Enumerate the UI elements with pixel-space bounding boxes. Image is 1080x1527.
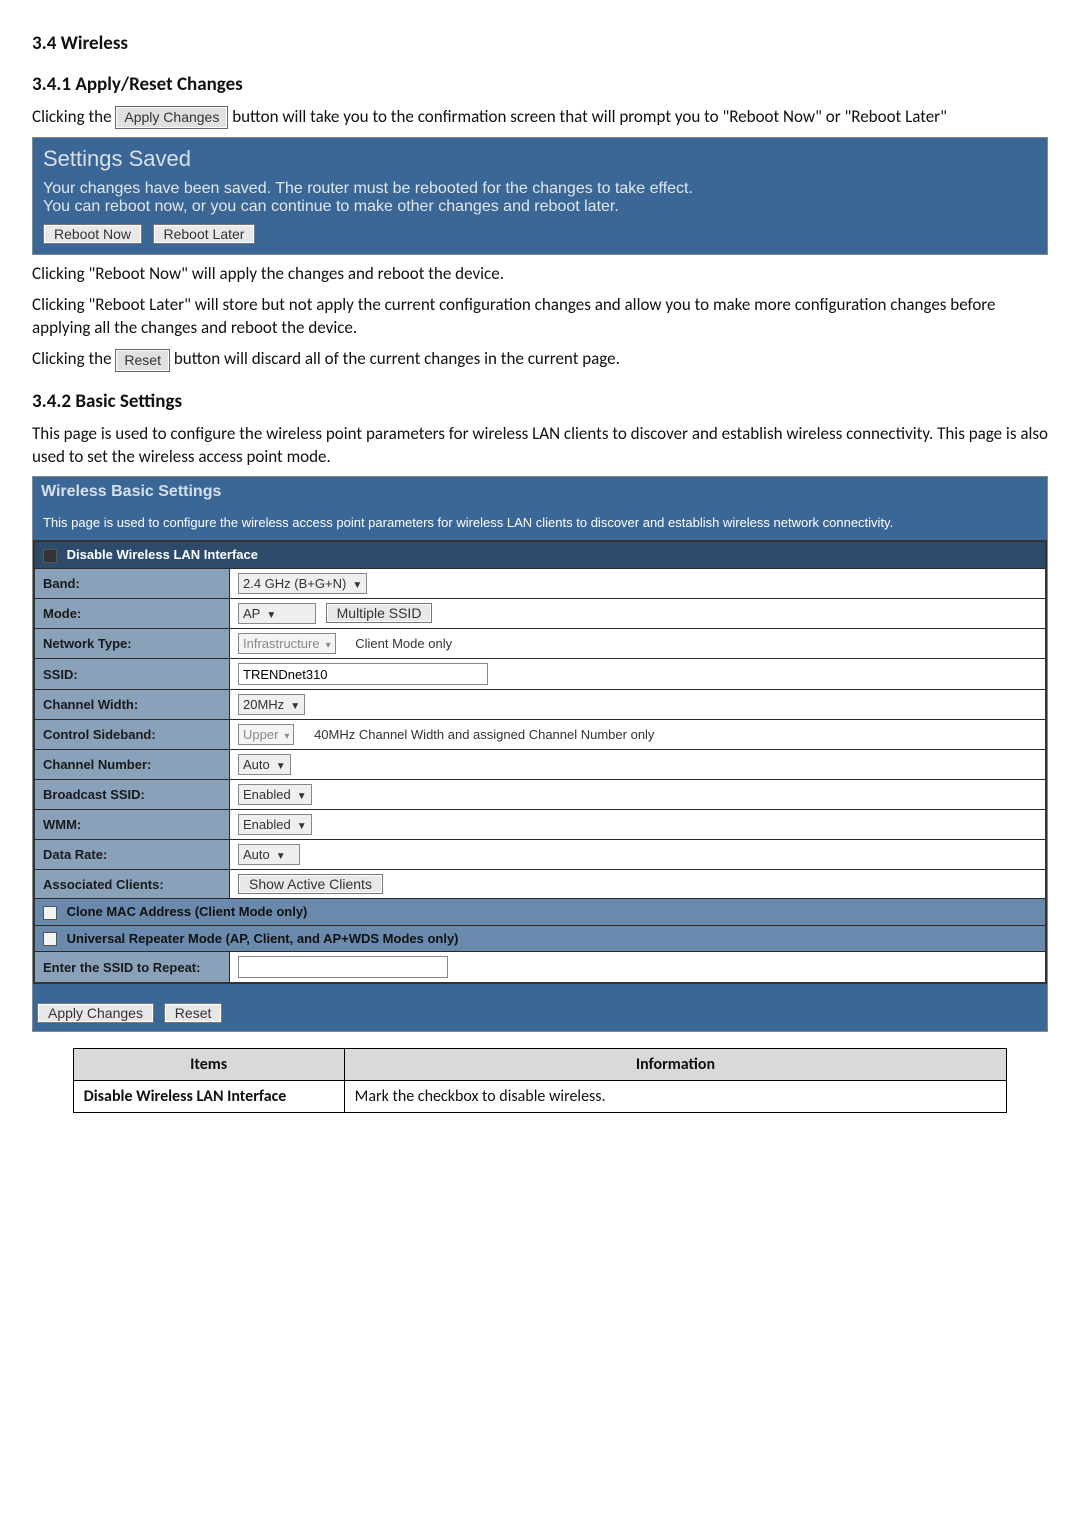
wmm-label: WMM: bbox=[34, 810, 230, 840]
chevron-down-icon: ▼ bbox=[276, 847, 286, 866]
text: Clicking the bbox=[32, 348, 115, 369]
chevron-down-icon: ▼ bbox=[297, 817, 307, 836]
settings-saved-line2: You can reboot now, or you can continue … bbox=[43, 198, 1037, 216]
control-sideband-label: Control Sideband: bbox=[34, 720, 230, 750]
associated-clients-label: Associated Clients: bbox=[34, 870, 230, 899]
info-table-info: Mark the checkbox to disable wireless. bbox=[344, 1081, 1007, 1113]
clone-mac-checkbox[interactable] bbox=[43, 906, 57, 920]
apply-changes-button-inline: Apply Changes bbox=[115, 106, 228, 129]
clone-mac-row: Clone MAC Address (Client Mode only) bbox=[34, 899, 1046, 926]
band-select[interactable]: 2.4 GHz (B+G+N)▼ bbox=[238, 573, 367, 594]
chevron-down-icon: ▼ bbox=[352, 576, 362, 595]
section-heading-basic-settings: 3.4.2 Basic Settings bbox=[32, 390, 1048, 413]
network-type-label: Network Type: bbox=[34, 629, 230, 659]
universal-repeater-checkbox[interactable] bbox=[43, 932, 57, 946]
disable-wireless-checkbox[interactable] bbox=[43, 549, 57, 563]
section-heading-wireless: 3.4 Wireless bbox=[32, 32, 1048, 55]
paragraph-reset: Clicking the Reset button will discard a… bbox=[32, 348, 1048, 371]
network-type-note: Client Mode only bbox=[355, 636, 452, 651]
ssid-label: SSID: bbox=[34, 659, 230, 690]
clone-mac-label: Clone MAC Address (Client Mode only) bbox=[67, 904, 308, 919]
channel-width-label: Channel Width: bbox=[34, 690, 230, 720]
paragraph-apply-changes: Clicking the Apply Changes button will t… bbox=[32, 106, 1048, 129]
info-table-header-items: Items bbox=[73, 1049, 344, 1081]
mode-select[interactable]: AP▼ bbox=[238, 603, 316, 624]
control-sideband-select: Upper▾ bbox=[238, 724, 294, 745]
text: button will take you to the confirmation… bbox=[232, 106, 947, 127]
section-heading-apply-reset: 3.4.1 Apply/Reset Changes bbox=[32, 73, 1048, 96]
paragraph-reboot-later: Clicking "Reboot Later" will store but n… bbox=[32, 294, 1048, 340]
info-table: Items Information Disable Wireless LAN I… bbox=[73, 1048, 1008, 1113]
info-table-header-information: Information bbox=[344, 1049, 1007, 1081]
settings-saved-line1: Your changes have been saved. The router… bbox=[43, 180, 1037, 198]
paragraph-reboot-now: Clicking "Reboot Now" will apply the cha… bbox=[32, 263, 1048, 286]
mode-label: Mode: bbox=[34, 599, 230, 629]
disable-wireless-row: Disable Wireless LAN Interface bbox=[34, 541, 1046, 568]
channel-number-select[interactable]: Auto▼ bbox=[238, 754, 291, 775]
settings-saved-title: Settings Saved bbox=[33, 138, 1047, 176]
chevron-down-icon: ▼ bbox=[276, 757, 286, 776]
ssid-repeat-input[interactable] bbox=[238, 956, 448, 978]
reboot-now-button[interactable]: Reboot Now bbox=[43, 224, 142, 244]
text: Clicking the bbox=[32, 106, 115, 127]
chevron-down-icon: ▾ bbox=[326, 636, 331, 655]
channel-width-select[interactable]: 20MHz▼ bbox=[238, 694, 305, 715]
universal-repeater-row: Universal Repeater Mode (AP, Client, and… bbox=[34, 925, 1046, 952]
disable-wireless-label: Disable Wireless LAN Interface bbox=[67, 547, 258, 562]
enter-ssid-repeat-label: Enter the SSID to Repeat: bbox=[34, 952, 230, 984]
reboot-later-button[interactable]: Reboot Later bbox=[153, 224, 256, 244]
wmm-select[interactable]: Enabled▼ bbox=[238, 814, 312, 835]
paragraph-basic-settings-desc: This page is used to configure the wirel… bbox=[32, 423, 1048, 469]
network-type-select: Infrastructure▾ bbox=[238, 633, 336, 654]
wbs-title: Wireless Basic Settings bbox=[33, 477, 1047, 507]
reset-button-inline: Reset bbox=[115, 349, 170, 372]
wbs-table: Disable Wireless LAN Interface Band: 2.4… bbox=[33, 540, 1047, 984]
wbs-description: This page is used to configure the wirel… bbox=[33, 507, 1047, 540]
multiple-ssid-button[interactable]: Multiple SSID bbox=[326, 603, 433, 623]
data-rate-label: Data Rate: bbox=[34, 840, 230, 870]
band-label: Band: bbox=[34, 569, 230, 599]
ssid-input[interactable] bbox=[238, 663, 488, 685]
chevron-down-icon: ▼ bbox=[290, 697, 300, 716]
channel-number-label: Channel Number: bbox=[34, 750, 230, 780]
chevron-down-icon: ▼ bbox=[297, 787, 307, 806]
chevron-down-icon: ▼ bbox=[266, 606, 276, 625]
broadcast-ssid-label: Broadcast SSID: bbox=[34, 780, 230, 810]
info-table-item: Disable Wireless LAN Interface bbox=[73, 1081, 344, 1113]
settings-saved-panel: Settings Saved Your changes have been sa… bbox=[32, 137, 1048, 255]
apply-changes-button[interactable]: Apply Changes bbox=[37, 1003, 154, 1023]
text: button will discard all of the current c… bbox=[174, 348, 620, 369]
control-sideband-note: 40MHz Channel Width and assigned Channel… bbox=[314, 727, 654, 742]
universal-repeater-label: Universal Repeater Mode (AP, Client, and… bbox=[67, 931, 459, 946]
data-rate-select[interactable]: Auto▼ bbox=[238, 844, 300, 865]
show-active-clients-button[interactable]: Show Active Clients bbox=[238, 874, 383, 894]
reset-button[interactable]: Reset bbox=[164, 1003, 223, 1023]
broadcast-ssid-select[interactable]: Enabled▼ bbox=[238, 784, 312, 805]
wireless-basic-settings-panel: Wireless Basic Settings This page is use… bbox=[32, 476, 1048, 1032]
chevron-down-icon: ▾ bbox=[284, 727, 289, 746]
